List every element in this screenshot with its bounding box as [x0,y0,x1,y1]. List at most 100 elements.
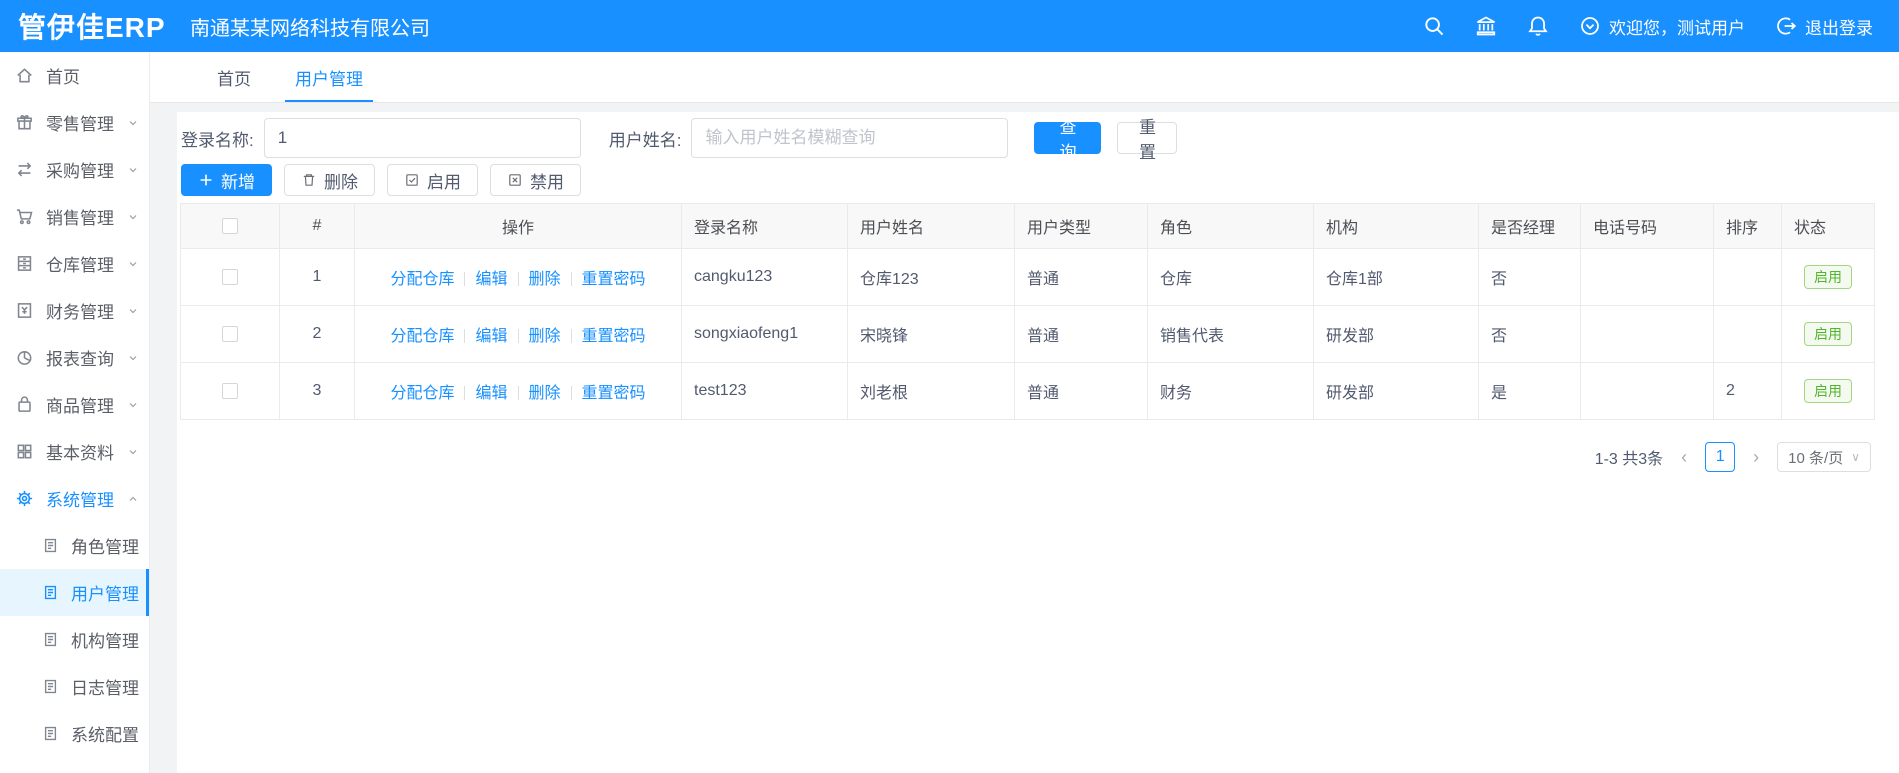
home-icon [15,66,34,85]
row-checkbox[interactable] [222,325,238,342]
sidebar-item-label: 系统管理 [46,491,114,510]
chevron-up-icon [127,493,139,505]
sidebar-item-retail[interactable]: 零售管理 [0,99,149,146]
reset-password-link[interactable]: 重置密码 [582,271,646,288]
add-button[interactable]: 新增 [181,164,272,196]
sidebar-item-org-mgmt[interactable]: 机构管理 [0,616,149,663]
chevron-down-icon [127,117,139,129]
trash-icon [301,172,317,188]
sidebar-item-sales[interactable]: 销售管理 [0,193,149,240]
assign-warehouse-link[interactable]: 分配仓库 [390,271,454,288]
assign-warehouse-link[interactable]: 分配仓库 [390,385,454,402]
company-name: 南通某某网络科技有限公司 [190,17,430,40]
prev-page-icon[interactable]: ‹ [1677,447,1691,468]
edit-link[interactable]: 编辑 [475,271,507,288]
col-role: 角色 [1147,203,1314,249]
bell-icon[interactable] [1527,15,1549,37]
topbar-actions: 欢迎您，测试用户 退出登录 [1423,14,1873,39]
search-icon[interactable] [1423,15,1445,37]
sidebar-item-goods[interactable]: 商品管理 [0,381,149,428]
status-badge: 启用 [1804,378,1852,404]
bank-home-icon[interactable] [1475,15,1497,37]
col-index: # [279,203,355,249]
sidebar-item-label: 零售管理 [46,115,114,134]
sidebar-item-label: 商品管理 [46,397,114,416]
col-org: 机构 [1313,203,1479,249]
reset-password-link[interactable]: 重置密码 [582,385,646,402]
disable-button[interactable]: 禁用 [490,164,581,196]
col-phone: 电话号码 [1580,203,1714,249]
table-row: 3 分配仓库 编辑 删除 重置密码 test123 刘老根 普通 财务 研发部 是 2 [180,362,1875,420]
sidebar-item-warehouse[interactable]: 仓库管理 [0,240,149,287]
plus-icon [198,172,214,188]
sidebar-item-role-mgmt[interactable]: 角色管理 [0,522,149,569]
sidebar-item-system[interactable]: 系统管理 [0,475,149,522]
table-row: 2 分配仓库 编辑 删除 重置密码 songxiaofeng1 宋晓锋 普通 销售代表… [180,305,1875,363]
reset-password-link[interactable]: 重置密码 [582,328,646,345]
logout-icon [1775,15,1797,37]
reset-button[interactable]: 重 置 [1117,118,1178,162]
search-form: 登录名称: 用户姓名: 查 询 重 置 [180,118,1871,162]
edit-link[interactable]: 编辑 [475,328,507,345]
login-name-input[interactable] [263,118,581,158]
sidebar-item-label: 基本资料 [46,444,114,463]
users-table: # 操作 登录名称 用户姓名 用户类型 角色 机构 是否经理 电话号码 排序 状… [180,203,1875,420]
document-icon [42,537,59,554]
goods-bag-icon [15,395,34,414]
pagination: 1-3 共3条 ‹ 1 › 10 条/页 ∨ [180,442,1871,472]
page-number-button[interactable]: 1 [1705,442,1736,472]
cell-login: test123 [681,362,848,420]
sidebar-item-sys-config[interactable]: 系统配置 [0,710,149,757]
sidebar-item-label: 用户管理 [71,585,139,604]
col-login: 登录名称 [681,203,848,249]
sidebar-item-log-mgmt[interactable]: 日志管理 [0,663,149,710]
sidebar-item-reports[interactable]: 报表查询 [0,334,149,381]
logout-button[interactable]: 退出登录 [1775,14,1873,39]
tab-user-mgmt[interactable]: 用户管理 [273,52,385,102]
cell-name: 仓库123 [847,248,1015,306]
chevron-down-icon: ∨ [1851,450,1860,464]
delete-link[interactable]: 删除 [529,328,561,345]
status-badge: 启用 [1804,264,1852,290]
cell-manager: 是 [1478,362,1581,420]
cell-sort-empty [1580,362,1714,420]
tab-label: 用户管理 [295,69,363,89]
row-checkbox[interactable] [222,268,238,285]
delete-link[interactable]: 删除 [529,271,561,288]
query-button[interactable]: 查 询 [1034,118,1102,162]
cell-type: 普通 [1014,248,1148,306]
sidebar-item-finance[interactable]: 财务管理 [0,287,149,334]
next-page-icon[interactable]: › [1749,447,1763,468]
basic-data-icon [15,442,34,461]
col-actions: 操作 [354,203,682,249]
cell-name: 刘老根 [847,362,1015,420]
page-size-select[interactable]: 10 条/页 ∨ [1777,442,1871,472]
tab-bar: 首页 用户管理 [150,52,1899,103]
user-dropdown-icon [1579,15,1601,37]
enable-button[interactable]: 启用 [387,164,478,196]
col-name: 用户姓名 [847,203,1015,249]
chevron-down-icon [127,446,139,458]
table-toolbar: 新增 删除 启用 禁用 [180,164,1871,196]
cell-role: 销售代表 [1147,305,1314,363]
cell-sort [1713,248,1782,306]
sidebar-item-basic-data[interactable]: 基本资料 [0,428,149,475]
chevron-down-icon [127,399,139,411]
edit-link[interactable]: 编辑 [475,385,507,402]
user-name-input[interactable] [691,118,1009,158]
delete-button[interactable]: 删除 [284,164,375,196]
gear-icon [15,489,34,508]
select-all-checkbox[interactable] [222,217,238,234]
sidebar-item-purchase[interactable]: 采购管理 [0,146,149,193]
assign-warehouse-link[interactable]: 分配仓库 [390,328,454,345]
sidebar-item-user-mgmt[interactable]: 用户管理 [0,569,149,616]
disable-label: 禁用 [530,172,564,192]
tab-label: 首页 [217,69,251,89]
user-menu[interactable]: 欢迎您，测试用户 [1579,14,1745,39]
tab-home[interactable]: 首页 [195,52,273,102]
sidebar-item-home[interactable]: 首页 [0,52,149,99]
report-pie-icon [15,348,34,367]
sidebar-item-label: 机构管理 [71,632,139,651]
delete-link[interactable]: 删除 [529,385,561,402]
row-checkbox[interactable] [222,382,238,399]
